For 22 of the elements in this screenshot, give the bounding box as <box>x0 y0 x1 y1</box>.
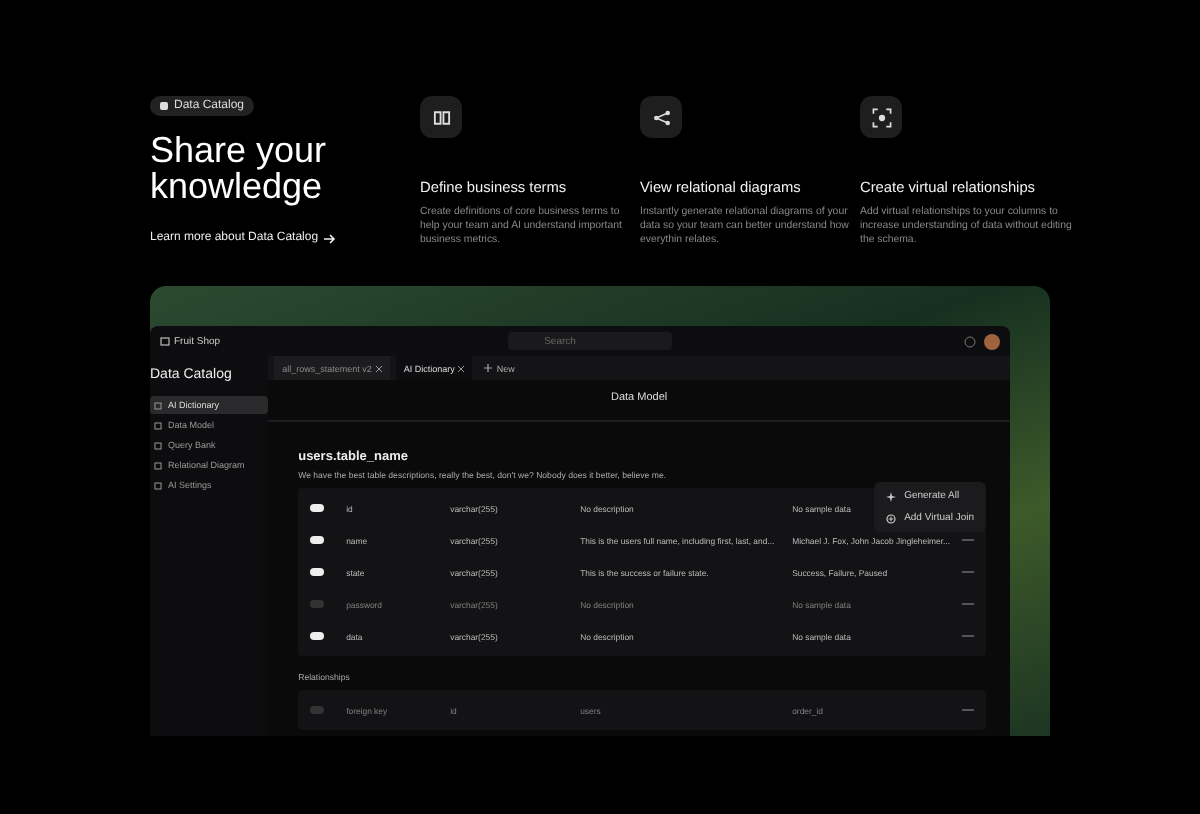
sparkle-icon <box>886 491 897 501</box>
page-icon <box>154 481 162 489</box>
toggle-switch[interactable] <box>310 632 325 640</box>
page-icon <box>154 401 162 409</box>
toggle-switch[interactable] <box>310 706 325 714</box>
close-icon[interactable] <box>458 365 465 371</box>
arrow-icon <box>324 233 337 243</box>
toggle-switch[interactable] <box>310 568 325 576</box>
share-icon <box>640 96 682 138</box>
close-icon[interactable] <box>375 365 382 371</box>
toggle-switch[interactable] <box>310 504 325 512</box>
page-icon <box>154 441 162 449</box>
plus-icon <box>484 364 493 372</box>
link-icon <box>886 513 897 523</box>
toggle-switch[interactable] <box>310 600 325 608</box>
avatar[interactable] <box>984 333 1000 349</box>
toggle-switch[interactable] <box>310 536 325 544</box>
page-icon <box>154 421 162 429</box>
book-icon <box>420 96 462 138</box>
headline: Share your knowledge <box>150 132 329 204</box>
page-icon <box>154 461 162 469</box>
scan-icon <box>860 96 902 138</box>
